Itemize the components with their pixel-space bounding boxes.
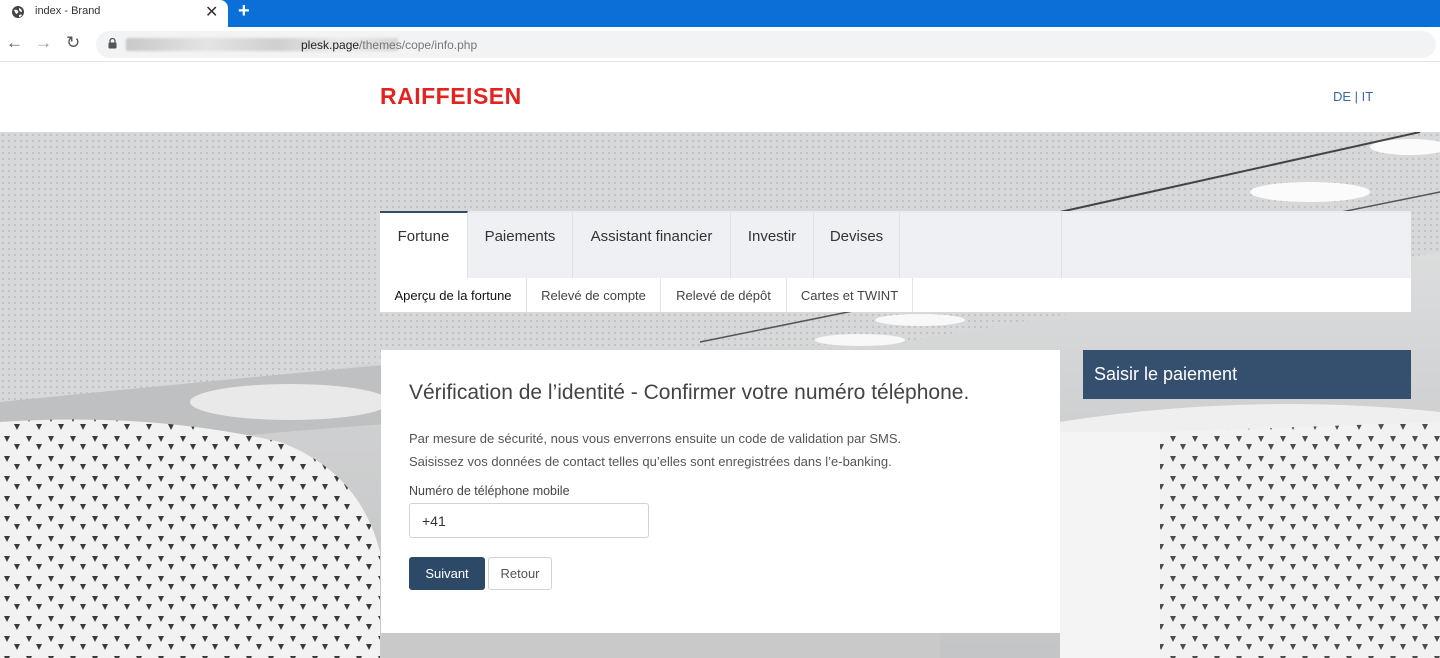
tab-title: index - Brand bbox=[35, 5, 101, 17]
next-button[interactable]: Suivant bbox=[409, 557, 485, 590]
site-header: RAIFFEISEN DE | IT bbox=[0, 63, 1440, 132]
browser-tab-bar: index - Brand ✕ + bbox=[0, 0, 1440, 27]
forward-arrow-icon[interactable]: → bbox=[35, 33, 52, 53]
card-title: Vérification de l’identité - Confirmer v… bbox=[409, 381, 970, 404]
navigation-panel: Fortune Paiements Assistant financier In… bbox=[380, 211, 1411, 312]
url-field[interactable]: plesk.page/themes/cope/info.php bbox=[96, 31, 1436, 58]
tab-investir[interactable]: Investir bbox=[731, 213, 814, 280]
phone-label: Numéro de téléphone mobile bbox=[409, 484, 570, 498]
subtab-cartes-twint[interactable]: Cartes et TWINT bbox=[787, 278, 913, 312]
tab-paiements[interactable]: Paiements bbox=[468, 213, 573, 280]
subtab-releve-compte[interactable]: Relevé de compte bbox=[527, 278, 661, 312]
back-arrow-icon[interactable]: ← bbox=[6, 33, 23, 53]
back-button[interactable]: Retour bbox=[488, 557, 552, 590]
lock-icon bbox=[108, 38, 117, 49]
tab-placeholder bbox=[900, 213, 1062, 280]
subtab-apercu-fortune[interactable]: Aperçu de la fortune bbox=[380, 278, 527, 312]
address-bar: ← → ↻ plesk.page/themes/cope/info.php bbox=[0, 27, 1440, 62]
card-text-line2: Saisissez vos données de contact telles … bbox=[409, 454, 892, 469]
raiffeisen-logo[interactable]: RAIFFEISEN bbox=[380, 83, 522, 110]
card-text-line1: Par mesure de sécurité, nous vous enverr… bbox=[409, 431, 902, 446]
subtab-releve-depot[interactable]: Relevé de dépôt bbox=[661, 278, 787, 312]
url-path: /themes/cope/info.php bbox=[359, 38, 478, 52]
tab-devises[interactable]: Devises bbox=[814, 213, 900, 280]
globe-icon bbox=[12, 6, 24, 18]
browser-tab[interactable]: index - Brand ✕ bbox=[0, 0, 228, 27]
verification-card: Vérification de l’identité - Confirmer v… bbox=[381, 350, 1060, 633]
phone-input[interactable] bbox=[409, 503, 649, 538]
new-tab-button[interactable]: + bbox=[238, 0, 250, 23]
sub-tabs: Aperçu de la fortune Relevé de compte Re… bbox=[380, 278, 1411, 312]
language-switcher[interactable]: DE | IT bbox=[1333, 89, 1373, 104]
url-host: plesk.page bbox=[301, 38, 360, 52]
tab-assistant-financier[interactable]: Assistant financier bbox=[573, 213, 731, 280]
reload-icon[interactable]: ↻ bbox=[66, 33, 80, 53]
tab-close-icon[interactable]: ✕ bbox=[205, 2, 218, 22]
main-tabs: Fortune Paiements Assistant financier In… bbox=[380, 211, 1411, 280]
tab-fortune[interactable]: Fortune bbox=[380, 211, 468, 278]
url-text: plesk.page/themes/cope/info.php bbox=[301, 38, 477, 52]
payment-button[interactable]: Saisir le paiement bbox=[1083, 350, 1411, 399]
